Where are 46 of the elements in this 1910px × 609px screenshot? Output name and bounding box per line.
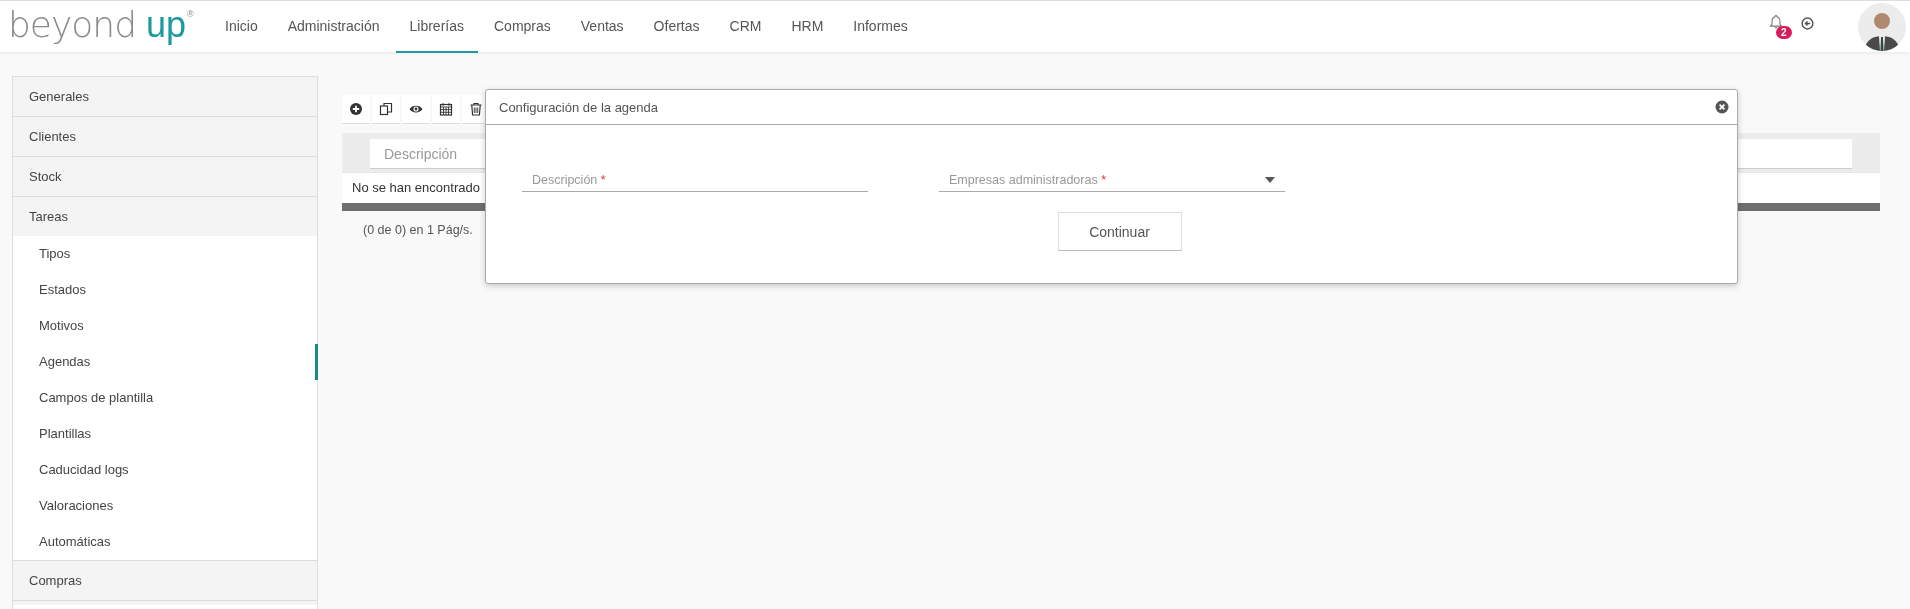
pagination-text: (0 de 0) en 1 Pág/s. (363, 222, 473, 237)
trash-icon (469, 102, 483, 116)
caret-icon (1265, 176, 1275, 183)
sidebar-item[interactable]: Valoraciones (13, 488, 318, 524)
toolbar-button[interactable] (402, 95, 430, 124)
nav-tab[interactable]: Ventas (566, 0, 638, 53)
sidebar-item[interactable]: Motivos (13, 308, 318, 344)
sidebar-item[interactable]: Tipos (13, 236, 318, 272)
toolbar-button[interactable] (432, 95, 460, 124)
sidebar-section[interactable]: Compras (13, 561, 317, 601)
nav-tab[interactable]: Librerías (395, 0, 478, 53)
sidebar-item[interactable]: Agendas (13, 344, 318, 380)
avatar[interactable] (1858, 2, 1906, 51)
copy-icon (379, 102, 393, 116)
bell-icon[interactable] (1769, 13, 1783, 30)
nav-tab[interactable]: Compras (480, 0, 565, 53)
plus-circle-icon (349, 102, 363, 116)
nav-tab[interactable]: HRM (777, 0, 838, 53)
nav-tab[interactable]: Administración (273, 0, 394, 53)
text-field[interactable]: Descripción * (522, 168, 868, 192)
dropdown-field[interactable]: Empresas administradoras * (939, 168, 1285, 192)
logo-text: beyond (8, 2, 136, 47)
sidebar-section[interactable]: Generales (13, 77, 317, 117)
sidebar-item[interactable]: Estados (13, 272, 318, 308)
empty-message: No se han encontrado (352, 180, 480, 195)
circle-arrow-icon[interactable] (1801, 17, 1814, 30)
notification-badge: 2 (1776, 25, 1792, 39)
continue-button[interactable]: Continuar (1057, 212, 1182, 251)
sidebar-section[interactable]: Stock (13, 157, 317, 197)
dialog-title: Configuración de la agenda (499, 99, 658, 115)
nav-tab[interactable]: Inicio (211, 0, 272, 53)
sidebar-item[interactable]: Caducidad logs (13, 452, 318, 488)
sidebar-item[interactable]: Campos de plantilla (13, 380, 318, 416)
logo-text: up (146, 2, 187, 47)
sidebar-section[interactable]: Clientes (13, 117, 317, 157)
nav-tab[interactable]: Ofertas (639, 0, 714, 53)
registered-mark: ® (187, 8, 194, 19)
sidebar-item[interactable]: Automáticas (13, 524, 318, 560)
nav-tab[interactable]: Informes (839, 0, 922, 53)
nav-tab[interactable]: CRM (715, 0, 776, 53)
toolbar-button[interactable] (372, 95, 400, 124)
toolbar-button[interactable] (342, 95, 370, 124)
calendar-icon (439, 102, 453, 116)
close-icon[interactable] (1715, 100, 1729, 114)
sidebar-item[interactable]: Plantillas (13, 416, 318, 452)
sidebar-section[interactable]: Tareas (13, 197, 317, 236)
